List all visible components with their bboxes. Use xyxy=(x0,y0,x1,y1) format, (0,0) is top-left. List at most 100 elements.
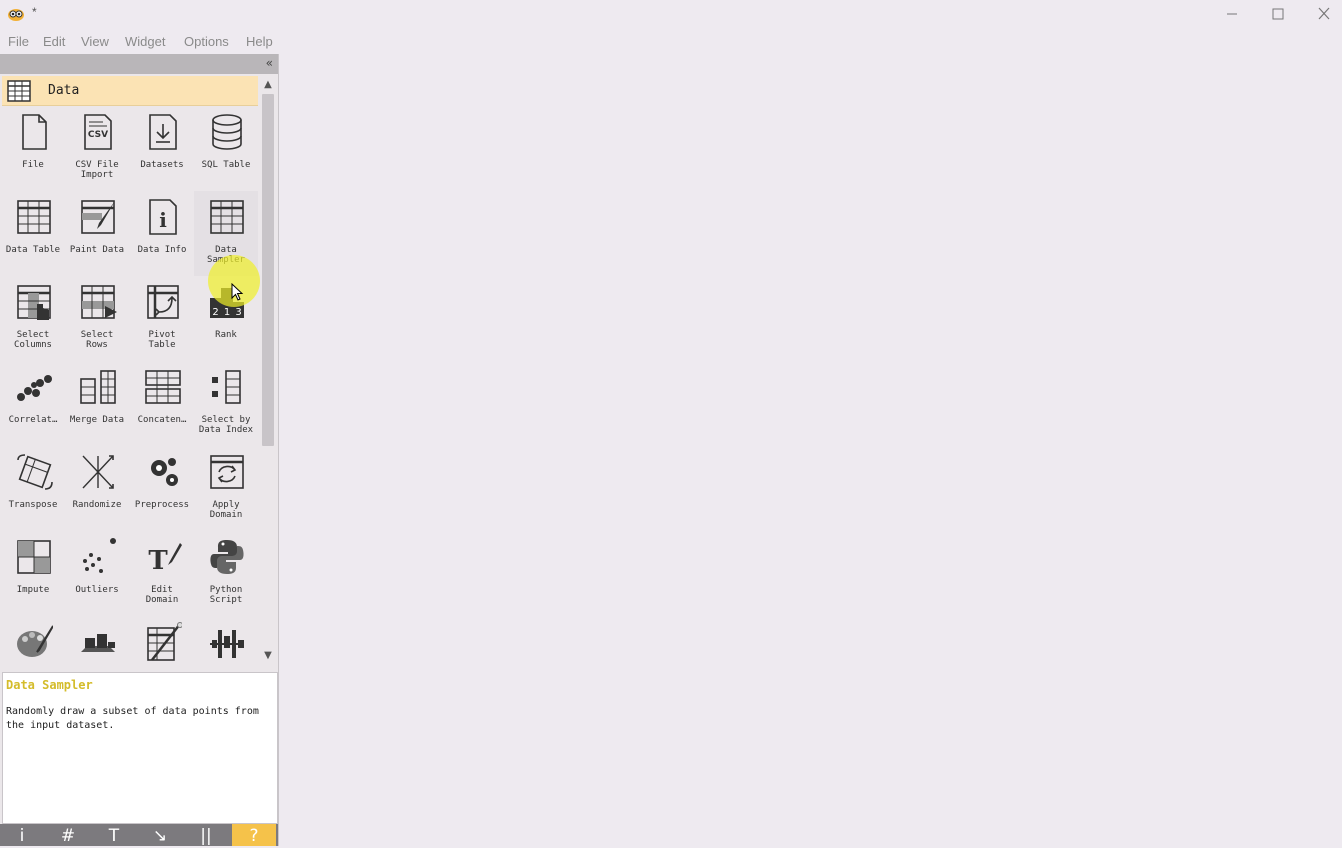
widget-tile[interactable]: Preprocess xyxy=(130,446,194,531)
create-class-icon xyxy=(144,622,183,662)
widget-tile[interactable]: Merge Data xyxy=(65,361,129,446)
widget-label: Outliers xyxy=(75,585,119,595)
widget-tile[interactable]: Select Columns xyxy=(1,276,65,361)
data-sampler-icon xyxy=(208,197,246,237)
widget-tile[interactable]: Concaten… xyxy=(130,361,194,446)
title-bar: * xyxy=(0,0,1342,28)
widget-tile[interactable]: CSV CSV File Import xyxy=(65,106,129,191)
widget-tile[interactable]: SQL Table xyxy=(194,106,258,191)
widget-tile[interactable] xyxy=(65,616,129,664)
widget-tile[interactable]: Select by Data Index xyxy=(194,361,258,446)
paint-data-icon xyxy=(79,197,117,237)
menu-view[interactable]: View xyxy=(81,34,109,49)
widget-label: Select by Data Index xyxy=(198,415,254,435)
minimize-button[interactable] xyxy=(1221,4,1243,24)
select-columns-icon xyxy=(15,282,53,322)
grid-toolbar-icon[interactable]: # xyxy=(46,824,90,846)
menu-file[interactable]: File xyxy=(8,34,29,49)
collapse-dock-icon[interactable]: « xyxy=(266,56,273,70)
widget-label: Edit Domain xyxy=(145,585,179,605)
svg-text:1: 1 xyxy=(224,307,230,318)
maximize-button[interactable] xyxy=(1267,4,1289,24)
category-label: Data xyxy=(48,83,80,98)
pivot-table-icon xyxy=(144,282,182,322)
concatenate-icon xyxy=(144,367,182,407)
merge-data-icon xyxy=(79,367,117,407)
scroll-up-icon[interactable]: ▲ xyxy=(261,78,275,92)
widget-tile[interactable]: Outliers xyxy=(65,531,129,616)
widget-tile[interactable]: Impute xyxy=(1,531,65,616)
randomize-icon xyxy=(79,452,117,492)
widget-tile[interactable]: Datasets xyxy=(130,106,194,191)
scroll-down-icon[interactable]: ▼ xyxy=(261,649,275,663)
widget-label: Impute xyxy=(16,585,50,595)
continuize-icon xyxy=(79,622,117,662)
widget-tile[interactable] xyxy=(130,616,194,664)
widget-tile[interactable]: Correlat… xyxy=(1,361,65,446)
dock-header: « xyxy=(0,54,278,74)
scrollbar-thumb[interactable] xyxy=(262,94,274,446)
table-icon xyxy=(15,197,53,237)
menu-bar: File Edit View Widget Options Help xyxy=(0,31,300,53)
widget-label: Rank xyxy=(215,330,237,340)
python-icon xyxy=(208,537,246,577)
menu-edit[interactable]: Edit xyxy=(43,34,65,49)
widget-label: Merge Data xyxy=(69,415,125,425)
svg-text:i: i xyxy=(159,208,167,232)
widget-tile[interactable] xyxy=(1,616,65,664)
widget-tile[interactable]: Paint Data xyxy=(65,191,129,276)
widget-tile[interactable]: Pivot Table xyxy=(130,276,194,361)
csv-icon: CSV xyxy=(79,112,117,152)
widget-label: Select Columns xyxy=(14,330,52,350)
arrow-annotation-icon[interactable]: ↘ xyxy=(138,824,182,846)
apply-domain-icon xyxy=(208,452,246,492)
widget-tile[interactable]: i Data Info xyxy=(130,191,194,276)
menu-widget[interactable]: Widget xyxy=(125,34,165,49)
widget-tile[interactable] xyxy=(194,616,258,664)
info-toolbar-icon[interactable]: i xyxy=(0,824,44,846)
widget-tile[interactable]: File xyxy=(1,106,65,191)
widget-label: Data Table xyxy=(5,245,61,255)
description-panel: Data Sampler Randomly draw a subset of d… xyxy=(2,672,278,824)
outliers-icon xyxy=(79,537,117,577)
widget-tile[interactable]: Apply Domain xyxy=(194,446,258,531)
widget-label: Apply Domain xyxy=(209,500,243,520)
impute-icon xyxy=(15,537,53,577)
mouse-cursor-icon xyxy=(231,282,245,303)
menu-options[interactable]: Options xyxy=(184,34,229,49)
widget-tile[interactable]: Transpose xyxy=(1,446,65,531)
edit-domain-icon: T xyxy=(144,537,182,577)
svg-text:CSV: CSV xyxy=(88,130,108,140)
widget-label: Randomize xyxy=(72,500,122,510)
close-button[interactable] xyxy=(1313,4,1335,24)
correlations-icon xyxy=(15,367,53,407)
description-title: Data Sampler xyxy=(6,678,93,692)
widget-tile[interactable]: Randomize xyxy=(65,446,129,531)
file-icon xyxy=(15,112,53,152)
widget-grid: File CSV CSV File Import Datasets SQL Table D… xyxy=(0,106,260,664)
table-icon xyxy=(6,79,32,103)
text-annotation-icon[interactable]: T xyxy=(92,824,136,846)
widget-label: Transpose xyxy=(8,500,58,510)
menu-help[interactable]: Help xyxy=(246,34,273,49)
widget-label: Preprocess xyxy=(134,500,190,510)
preprocess-icon xyxy=(144,452,182,492)
window-title: * xyxy=(32,5,37,19)
database-icon xyxy=(208,112,246,152)
widget-tile[interactable]: T Edit Domain xyxy=(130,531,194,616)
svg-text:2: 2 xyxy=(212,307,218,318)
datasets-icon xyxy=(144,112,182,152)
widget-dock: « Data ▲ ▼ File CSV CSV File Import Dataset… xyxy=(0,54,279,846)
help-icon[interactable]: ? xyxy=(232,824,276,846)
widget-tile[interactable]: Select Rows xyxy=(65,276,129,361)
widget-label: Datasets xyxy=(140,160,184,170)
discretize-icon xyxy=(208,622,246,662)
widget-tile[interactable]: Data Table xyxy=(1,191,65,276)
widget-label: CSV File Import xyxy=(75,160,119,180)
svg-text:T: T xyxy=(148,546,168,576)
pause-icon[interactable]: || xyxy=(184,824,228,846)
widget-label: Data Info xyxy=(137,245,187,255)
category-header-data[interactable]: Data xyxy=(2,76,258,106)
widget-label: File xyxy=(22,160,44,170)
widget-tile[interactable]: Python Script xyxy=(194,531,258,616)
